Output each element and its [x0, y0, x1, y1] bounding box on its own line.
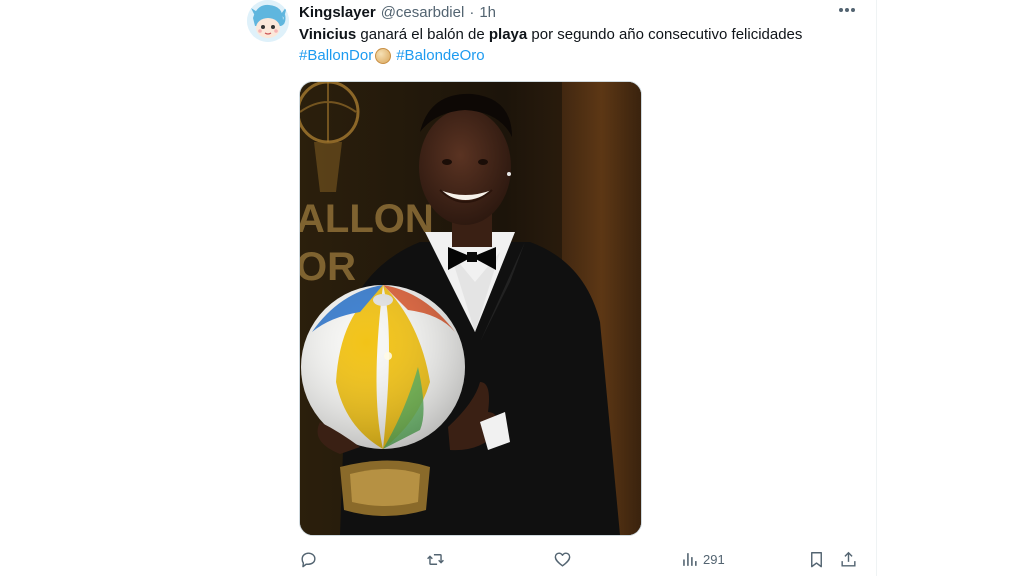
ballon-dor-emoji-icon	[375, 48, 392, 65]
views-button[interactable]: 291	[680, 546, 725, 572]
tweet-photo[interactable]: ALLON OR	[299, 81, 642, 536]
tweet-actions: 291	[299, 546, 865, 572]
tweet-text: Vinicius ganará el balón de playa por se…	[299, 24, 869, 66]
separator-dot: ·	[469, 3, 475, 21]
avatar[interactable]	[247, 0, 289, 42]
tweet-text-segment: ganará el balón de	[356, 26, 489, 43]
bookmark-button[interactable]	[807, 546, 826, 572]
tweet-text-bold-word: playa	[488, 26, 528, 43]
retweet-button[interactable]	[426, 546, 445, 572]
share-button[interactable]	[839, 546, 858, 572]
more-options-icon[interactable]	[836, 0, 858, 20]
views-icon	[683, 552, 697, 566]
tweet-header: Kingslayer @cesarbdiel · 1h	[299, 2, 496, 22]
tweet-text-segment: por segundo año consecutivo felicidades	[527, 26, 803, 43]
tweet-card[interactable]: Kingslayer @cesarbdiel · 1h Vinicius gan…	[230, 0, 877, 576]
reply-icon	[301, 551, 316, 567]
user-handle[interactable]: @cesarbdiel	[381, 4, 465, 21]
bookmark-icon	[811, 551, 822, 567]
share-icon	[841, 551, 856, 567]
backdrop-text-line: OR	[300, 245, 356, 289]
display-name[interactable]: Kingslayer	[299, 4, 376, 21]
timestamp[interactable]: 1h	[479, 4, 496, 21]
reply-button[interactable]	[299, 546, 318, 572]
tweet-text-line: Vinicius ganará el balón de playa por se…	[299, 24, 869, 45]
hashtag-link[interactable]: #BalondeOro	[396, 45, 484, 66]
backdrop-text-line: ALLON	[300, 197, 434, 241]
hashtag-link[interactable]: #BallonDor	[299, 47, 373, 64]
views-count: 291	[703, 551, 725, 567]
tweet-text-bold-name: Vinicius	[299, 26, 357, 43]
heart-icon	[554, 551, 571, 567]
hashtag-ballondor-group: #BallonDor	[299, 45, 392, 66]
hashtag-row: #BallonDor #BalondeOro	[299, 45, 869, 66]
retweet-icon	[427, 553, 444, 565]
like-button[interactable]	[553, 546, 572, 572]
